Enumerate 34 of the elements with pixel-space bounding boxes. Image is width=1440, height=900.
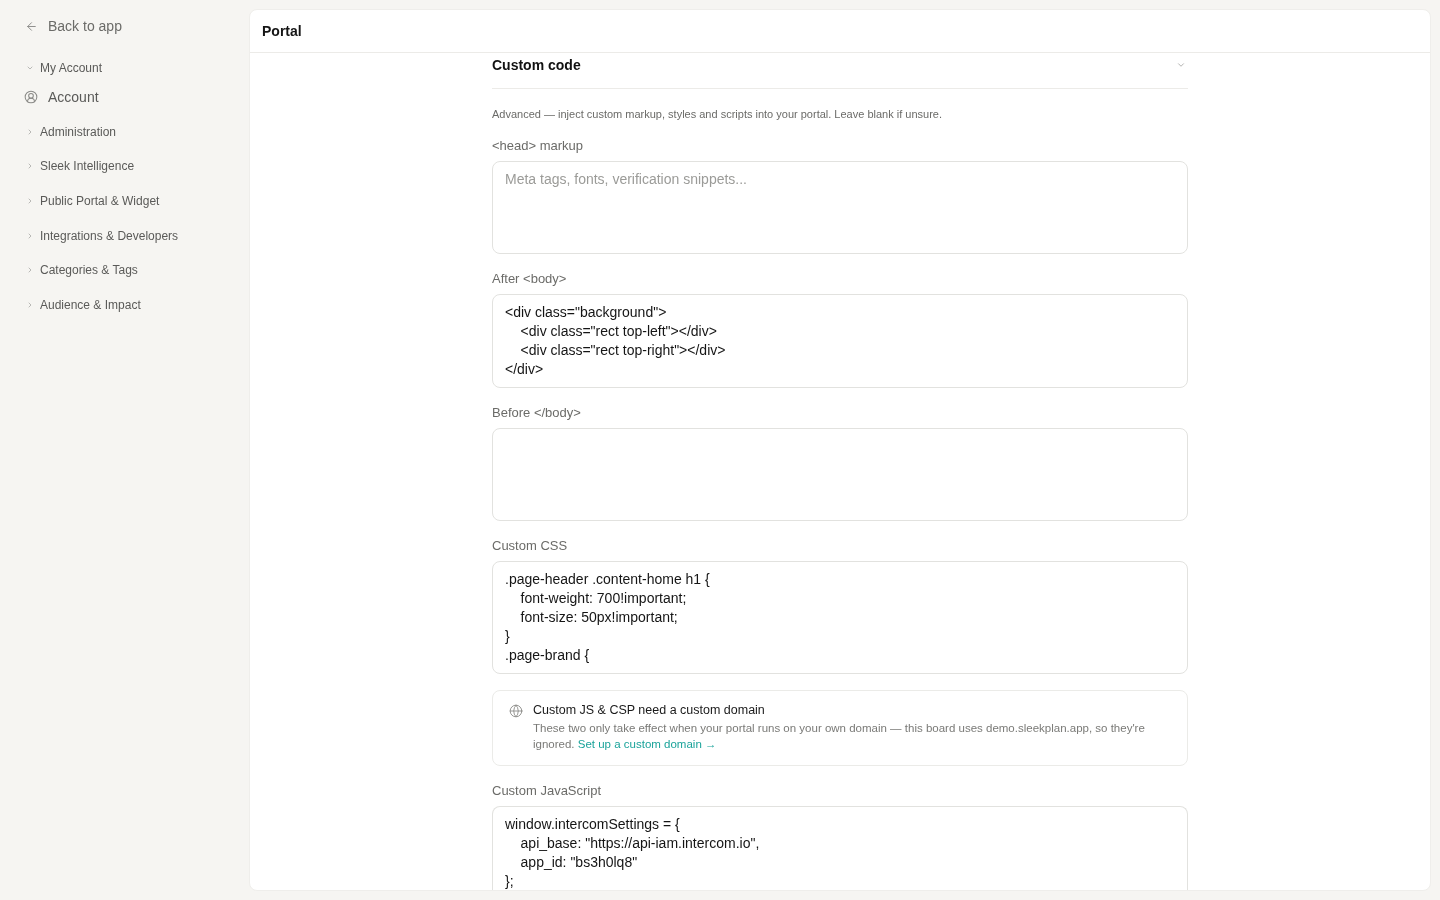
nav-section[interactable]: Administration: [0, 114, 249, 150]
nav-section[interactable]: Sleek Intelligence: [0, 149, 249, 184]
field-label: <head> markup: [492, 137, 585, 155]
code-field[interactable]: .page-header .content-home h1 { font-weight: 700!important; font-size: 50px!important; } .page-brand {: [492, 561, 1188, 674]
field-label: Custom CSS: [492, 537, 569, 555]
page-title: Portal: [262, 21, 302, 41]
nav-section[interactable]: Integrations & Developers: [0, 218, 249, 253]
nav-section[interactable]: Audience & Impact: [0, 287, 249, 323]
back-link[interactable]: Back to app: [0, 8, 249, 44]
chevron-right-icon: [26, 127, 34, 136]
code-field[interactable]: <div class="background"> <div class="rect top-left"></div> <div class="rect top-right"></div> </div>: [492, 294, 1188, 388]
arrow-left-icon: [25, 19, 38, 33]
section-description: Advanced — inject custom markup, styles and scripts into your portal. Leave blank if unsure.: [492, 107, 943, 122]
section-toggle[interactable]: Custom code: [492, 53, 1188, 89]
code-field[interactable]: window.intercomSettings = { api_base: "https://api-iam.intercom.io", app_id: "bs3h0lq8" };: [492, 806, 1188, 890]
globe-icon: [509, 704, 523, 718]
notice-text: These two only take effect when your portal runs on your own domain — this board uses demo.sleekplan.app, so they're ignored. Set up a custom domain →: [533, 721, 1146, 752]
field-label: Custom JavaScript: [492, 782, 603, 800]
chevron-right-icon: [26, 231, 34, 240]
field-label: Before </body>: [492, 404, 582, 422]
user-circle-icon: [24, 90, 38, 105]
chevron-down-icon: [26, 64, 34, 72]
nav-item[interactable]: Account: [0, 80, 249, 115]
field-label: After <body>: [492, 270, 568, 288]
nav-section[interactable]: Public Portal & Widget: [0, 183, 249, 219]
chevron-right-icon: [26, 197, 34, 206]
chevron-right-icon: [26, 300, 34, 309]
chevron-right-icon: [26, 266, 34, 275]
chevron-down-icon: [1176, 60, 1186, 70]
code-field[interactable]: [492, 428, 1188, 521]
nav-section[interactable]: Categories & Tags: [0, 252, 249, 288]
chevron-right-icon: [26, 162, 34, 171]
nav-section[interactable]: My Account: [0, 56, 249, 80]
notice-title: Custom JS & CSP need a custom domain: [533, 702, 766, 719]
